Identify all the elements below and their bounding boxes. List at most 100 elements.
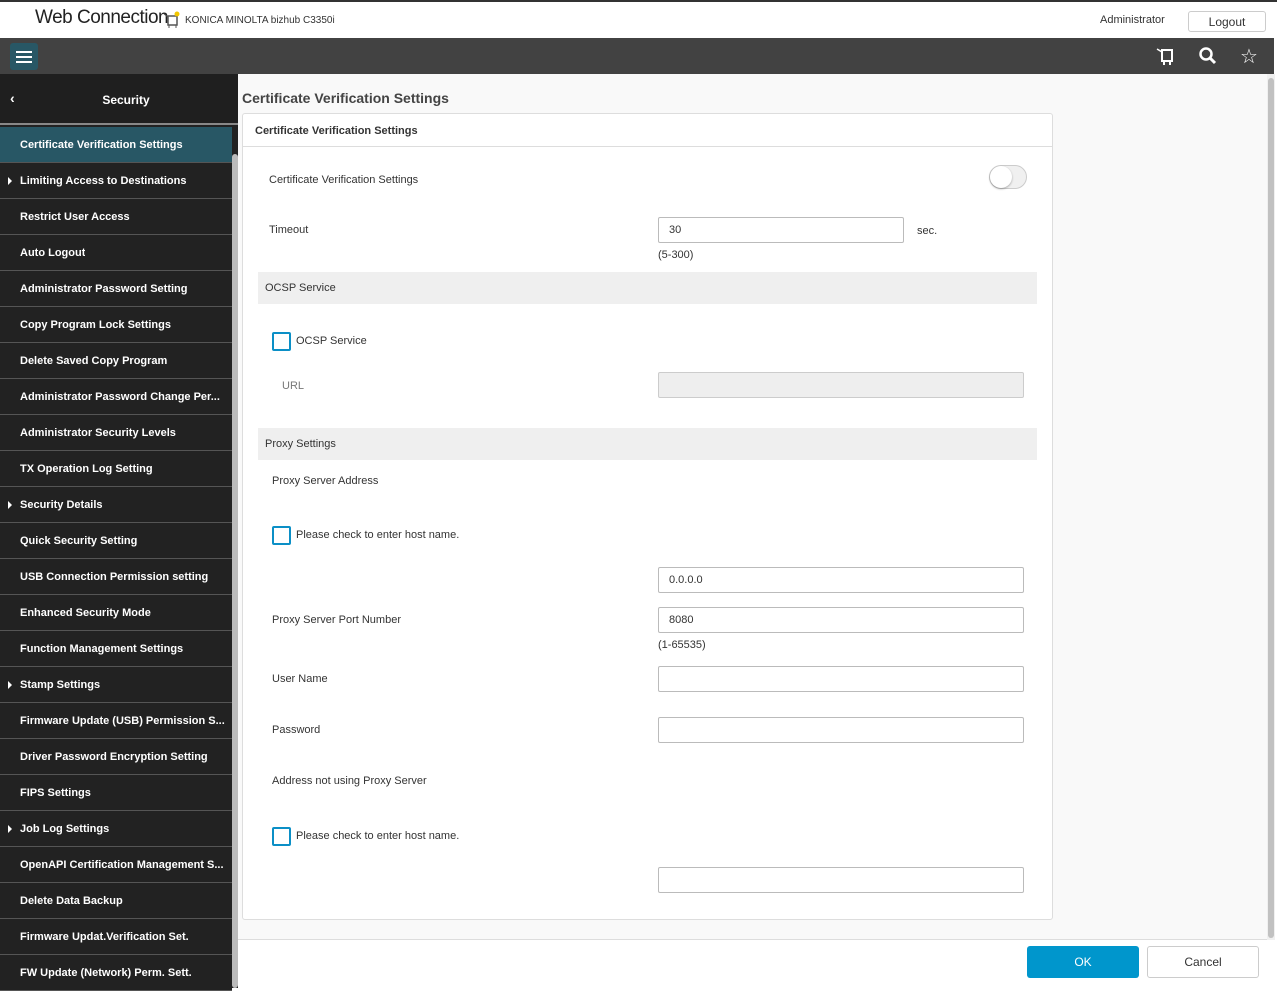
search-icon[interactable] <box>1197 45 1219 67</box>
ocsp-section-header: OCSP Service <box>258 272 1037 304</box>
menu-button[interactable] <box>10 43 38 70</box>
proxy-port-input[interactable] <box>658 607 1024 633</box>
sidebar-item-label: Driver Password Encryption Setting <box>20 750 208 763</box>
sidebar-item[interactable]: Enhanced Security Mode <box>0 595 232 631</box>
sidebar-item[interactable]: Firmware Updat.Verification Set. <box>0 919 232 955</box>
sidebar-item[interactable]: Security Details <box>0 487 232 523</box>
sidebar-item-label: Administrator Password Change Per... <box>20 390 220 403</box>
proxy-address-input[interactable] <box>658 567 1024 593</box>
star-icon[interactable]: ☆ <box>1238 45 1260 68</box>
sidebar-item[interactable]: Stamp Settings <box>0 667 232 703</box>
url-input[interactable] <box>658 372 1024 398</box>
timeout-label: Timeout <box>269 224 309 236</box>
device-name: KONICA MINOLTA bizhub C3350i <box>163 11 335 29</box>
sidebar-item[interactable]: OpenAPI Certification Management S... <box>0 847 232 883</box>
password-label: Password <box>272 724 321 736</box>
page-title: Certificate Verification Settings <box>242 90 449 106</box>
device-icon[interactable] <box>1155 45 1177 67</box>
sidebar-item[interactable]: Restrict User Access <box>0 199 232 235</box>
toggle-knob <box>990 166 1012 188</box>
expand-arrow-icon <box>8 501 12 509</box>
sidebar-item-label: Auto Logout <box>20 246 86 259</box>
ok-button[interactable]: OK <box>1027 946 1139 978</box>
logout-button[interactable]: Logout <box>1188 11 1266 32</box>
sidebar-item-label: Enhanced Security Mode <box>20 606 151 619</box>
password-input[interactable] <box>658 717 1024 743</box>
username-label: User Name <box>272 673 328 685</box>
user-name: Administrator <box>1100 14 1165 26</box>
proxy-hostname-checkbox-label: Please check to enter host name. <box>296 529 460 541</box>
sidebar-item[interactable]: Administrator Security Levels <box>0 415 232 451</box>
cert-verification-label: Certificate Verification Settings <box>269 174 419 186</box>
sidebar-item[interactable]: Delete Data Backup <box>0 883 232 919</box>
sidebar-item-label: Certificate Verification Settings <box>20 138 183 151</box>
panel-title: Certificate Verification Settings <box>243 114 1052 147</box>
sidebar-item[interactable]: FIPS Settings <box>0 775 232 811</box>
sidebar-item-label: Quick Security Setting <box>20 534 138 547</box>
navbar: ☆ <box>0 38 1274 74</box>
no-proxy-hostname-checkbox[interactable] <box>272 827 291 846</box>
sidebar-item-label: FIPS Settings <box>20 786 91 799</box>
sidebar-item-label: Firmware Update (USB) Permission S... <box>20 714 225 727</box>
sidebar-item-label: Copy Program Lock Settings <box>20 318 171 331</box>
scroll-thumb[interactable] <box>1268 78 1274 938</box>
sidebar-item-label: Security Details <box>20 498 103 511</box>
username-input[interactable] <box>658 666 1024 692</box>
ocsp-checkbox-label: OCSP Service <box>296 335 367 347</box>
sidebar-item-label: Delete Saved Copy Program <box>20 354 168 367</box>
ocsp-checkbox[interactable] <box>272 332 291 351</box>
no-proxy-input[interactable] <box>658 867 1024 893</box>
sidebar-item[interactable]: Limiting Access to Destinations <box>0 163 232 199</box>
proxy-hostname-checkbox[interactable] <box>272 526 291 545</box>
logo: Web Connection <box>35 7 169 28</box>
sidebar-item-label: Firmware Updat.Verification Set. <box>20 930 189 943</box>
sidebar-item-label: Delete Data Backup <box>20 894 123 907</box>
expand-arrow-icon <box>8 681 12 689</box>
sidebar-item[interactable]: Administrator Password Setting <box>0 271 232 307</box>
expand-arrow-icon <box>8 177 12 185</box>
sidebar-item[interactable]: Certificate Verification Settings <box>0 127 232 163</box>
sidebar-item[interactable]: Function Management Settings <box>0 631 232 667</box>
printer-icon <box>163 11 180 28</box>
no-proxy-label: Address not using Proxy Server <box>272 775 427 787</box>
main-content: Certificate Verification Settings Certif… <box>238 74 1267 940</box>
sidebar-item[interactable]: Firmware Update (USB) Permission S... <box>0 703 232 739</box>
settings-panel: Certificate Verification Settings Certif… <box>242 113 1053 920</box>
menu-icon <box>16 50 32 63</box>
sidebar: ‹ Security Certificate Verification Sett… <box>0 74 238 991</box>
sidebar-item[interactable]: Delete Saved Copy Program <box>0 343 232 379</box>
expand-arrow-icon <box>8 825 12 833</box>
sidebar-item-label: Function Management Settings <box>20 642 184 655</box>
sidebar-menu: Certificate Verification Settings Limitin… <box>0 127 232 991</box>
sidebar-item-label: Stamp Settings <box>20 678 101 691</box>
proxy-port-label: Proxy Server Port Number <box>272 614 401 626</box>
sidebar-item-label: Administrator Password Setting <box>20 282 188 295</box>
sidebar-item-label: Administrator Security Levels <box>20 426 176 439</box>
sidebar-item[interactable]: Job Log Settings <box>0 811 232 847</box>
sidebar-item[interactable]: Driver Password Encryption Setting <box>0 739 232 775</box>
cert-verification-toggle[interactable] <box>989 165 1027 189</box>
main-scrollbar[interactable] <box>1267 74 1275 940</box>
proxy-section-header: Proxy Settings <box>258 428 1037 460</box>
sidebar-item-label: TX Operation Log Setting <box>20 462 153 475</box>
sidebar-item-label: Job Log Settings <box>20 822 110 835</box>
footer-bar: OK Cancel <box>238 939 1267 988</box>
proxy-port-range: (1-65535) <box>658 639 706 651</box>
sidebar-item[interactable]: Quick Security Setting <box>0 523 232 559</box>
no-proxy-hostname-checkbox-label: Please check to enter host name. <box>296 830 460 842</box>
sidebar-item-label: Limiting Access to Destinations <box>20 174 187 187</box>
sidebar-item[interactable]: Auto Logout <box>0 235 232 271</box>
timeout-unit: sec. <box>917 225 938 237</box>
sidebar-item-label: FW Update (Network) Perm. Sett. <box>20 966 192 979</box>
sidebar-item-label: Restrict User Access <box>20 210 130 223</box>
sidebar-item[interactable]: Copy Program Lock Settings <box>0 307 232 343</box>
sidebar-item[interactable]: FW Update (Network) Perm. Sett. <box>0 955 232 991</box>
sidebar-item[interactable]: USB Connection Permission setting <box>0 559 232 595</box>
timeout-input[interactable] <box>658 217 904 243</box>
sidebar-title: Security <box>102 93 150 107</box>
cancel-button[interactable]: Cancel <box>1147 946 1259 978</box>
sidebar-item[interactable]: TX Operation Log Setting <box>0 451 232 487</box>
sidebar-item-label: OpenAPI Certification Management S... <box>20 858 224 871</box>
proxy-address-label: Proxy Server Address <box>272 475 379 487</box>
sidebar-item[interactable]: Administrator Password Change Per... <box>0 379 232 415</box>
